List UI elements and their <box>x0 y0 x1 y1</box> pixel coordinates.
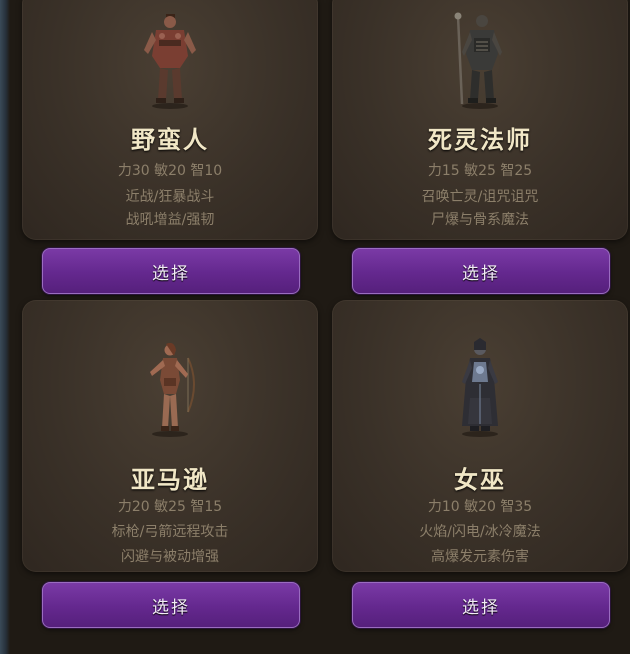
character-cell-sorceress: 女巫 力10 敏20 智35 火焰/闪电/冰冷魔法 高爆发元素伤害 选择 <box>332 300 628 628</box>
character-card[interactable]: 女巫 力10 敏20 智35 火焰/闪电/冰冷魔法 高爆发元素伤害 <box>332 300 628 572</box>
necromancer-figure-icon <box>454 12 502 109</box>
select-button[interactable]: 选择 <box>352 582 610 628</box>
character-skills: 火焰/闪电/冰冷魔法 <box>419 524 541 540</box>
character-cell-necromancer: 死灵法师 力15 敏25 智25 召唤亡灵/诅咒诅咒 尸爆与骨系魔法 选择 <box>332 0 628 294</box>
character-stats: 力15 敏25 智25 <box>427 163 533 179</box>
character-stats: 力20 敏25 智15 <box>117 499 223 515</box>
character-traits: 尸爆与骨系魔法 <box>431 212 529 228</box>
character-name: 野蛮人 <box>131 126 209 154</box>
character-stats: 力30 敏20 智10 <box>117 163 223 179</box>
character-card[interactable]: 死灵法师 力15 敏25 智25 召唤亡灵/诅咒诅咒 尸爆与骨系魔法 <box>332 0 628 240</box>
character-traits: 闪避与被动增强 <box>121 549 219 565</box>
character-traits: 战吼增益/强韧 <box>125 212 215 228</box>
character-name: 死灵法师 <box>428 126 532 154</box>
character-skills: 近战/狂暴战斗 <box>125 189 215 205</box>
character-cell-amazon: 亚马逊 力20 敏25 智15 标枪/弓箭远程攻击 闪避与被动增强 选择 <box>22 300 318 628</box>
character-traits: 高爆发元素伤害 <box>431 549 529 565</box>
character-card[interactable]: 亚马逊 力20 敏25 智15 标枪/弓箭远程攻击 闪避与被动增强 <box>22 300 318 572</box>
left-window-edge <box>0 0 10 654</box>
character-stats: 力10 敏20 智35 <box>427 499 533 515</box>
select-button[interactable]: 选择 <box>42 248 300 294</box>
select-button[interactable]: 选择 <box>42 582 300 628</box>
character-cell-barbarian: 野蛮人 力30 敏20 智10 近战/狂暴战斗 战吼增益/强韧 选择 <box>22 0 318 294</box>
character-skills: 标枪/弓箭远程攻击 <box>111 524 229 540</box>
character-grid: 野蛮人 力30 敏20 智10 近战/狂暴战斗 战吼增益/强韧 选择 死灵法师 … <box>22 0 628 654</box>
select-button[interactable]: 选择 <box>352 248 610 294</box>
sorceress-figure-icon <box>462 338 498 437</box>
character-name: 女巫 <box>454 466 506 494</box>
character-skills: 召唤亡灵/诅咒诅咒 <box>421 189 539 205</box>
barbarian-figure-icon <box>144 14 196 109</box>
character-name: 亚马逊 <box>131 466 209 494</box>
character-card[interactable]: 野蛮人 力30 敏20 智10 近战/狂暴战斗 战吼增益/强韧 <box>22 0 318 240</box>
amazon-figure-icon <box>150 342 195 437</box>
